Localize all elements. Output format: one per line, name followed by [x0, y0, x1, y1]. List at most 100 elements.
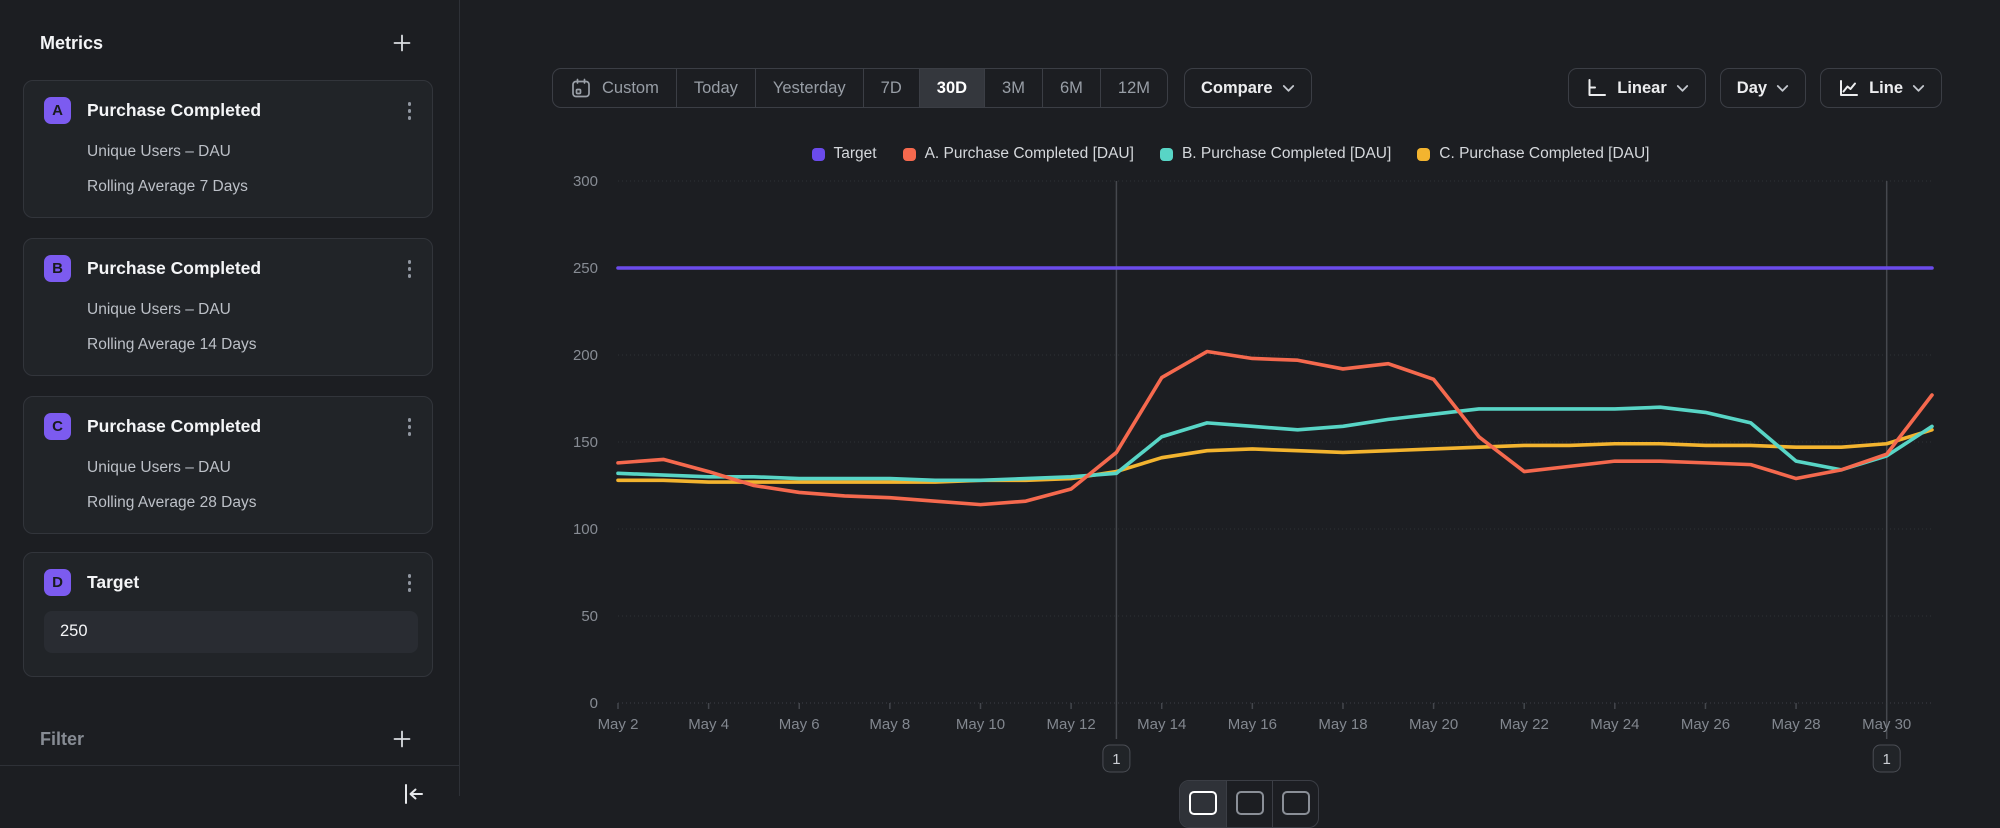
legend-item-b[interactable]: B. Purchase Completed [DAU]	[1160, 145, 1391, 163]
view-toggle-table[interactable]	[1226, 781, 1272, 827]
chevron-down-icon	[1282, 84, 1295, 93]
svg-text:May 4: May 4	[688, 716, 729, 733]
svg-text:May 20: May 20	[1409, 716, 1458, 733]
svg-text:May 14: May 14	[1137, 716, 1186, 733]
card-view-icon	[1282, 791, 1310, 815]
collapse-left-icon	[399, 780, 427, 808]
svg-text:May 12: May 12	[1047, 716, 1096, 733]
legend-swatch	[1417, 148, 1430, 161]
chevron-down-icon	[1912, 84, 1925, 93]
view-toggle-chart[interactable]	[1180, 781, 1226, 827]
scale-selector-button[interactable]: Linear	[1568, 68, 1706, 108]
metric-card-b[interactable]: B Purchase Completed Unique Users – DAU …	[23, 238, 433, 376]
metric-rolling-window: Rolling Average 7 Days	[87, 178, 418, 196]
metric-badge: A	[44, 97, 71, 124]
svg-text:May 8: May 8	[869, 716, 910, 733]
metric-title: Purchase Completed	[87, 416, 385, 437]
legend-swatch	[1160, 148, 1173, 161]
range-30d[interactable]: 30D	[919, 69, 984, 107]
svg-text:1: 1	[1883, 751, 1891, 768]
view-toggle-card[interactable]	[1272, 781, 1318, 827]
sidebar-collapse-button[interactable]	[397, 778, 429, 810]
metric-card-c[interactable]: C Purchase Completed Unique Users – DAU …	[23, 396, 433, 534]
calendar-icon	[570, 77, 592, 99]
axis-icon	[1585, 77, 1608, 99]
filter-section: Filter	[40, 726, 415, 752]
range-custom[interactable]: Custom	[553, 69, 676, 107]
plus-icon	[391, 32, 413, 54]
svg-text:May 6: May 6	[779, 716, 820, 733]
table-view-icon	[1236, 791, 1264, 815]
metric-card-a[interactable]: A Purchase Completed Unique Users – DAU …	[23, 80, 433, 218]
metric-title: Purchase Completed	[87, 258, 385, 279]
range-7d[interactable]: 7D	[863, 69, 919, 107]
metric-measure: Unique Users – DAU	[87, 143, 418, 161]
metric-rolling-window: Rolling Average 28 Days	[87, 494, 418, 512]
svg-text:May 22: May 22	[1500, 716, 1549, 733]
sidebar-header: Metrics	[40, 30, 415, 56]
chevron-down-icon	[1776, 84, 1789, 93]
chart-type-selector-button[interactable]: Line	[1820, 68, 1942, 108]
svg-text:May 28: May 28	[1771, 716, 1820, 733]
svg-text:May 18: May 18	[1318, 716, 1367, 733]
filter-title: Filter	[40, 729, 84, 750]
svg-text:May 2: May 2	[598, 716, 639, 733]
annotation-badge[interactable]: 1	[1873, 745, 1900, 772]
chart-view-icon	[1189, 791, 1217, 815]
kebab-menu-icon[interactable]	[401, 255, 419, 283]
annotation-badge[interactable]: 1	[1103, 745, 1130, 772]
plus-icon	[391, 728, 413, 750]
metric-badge: B	[44, 255, 71, 282]
metrics-sidebar: Metrics A Purchase Completed Unique User…	[0, 0, 460, 796]
target-title: Target	[87, 572, 385, 593]
metric-badge: C	[44, 413, 71, 440]
metric-title: Purchase Completed	[87, 100, 385, 121]
svg-text:May 10: May 10	[956, 716, 1005, 733]
metric-badge: D	[44, 569, 71, 596]
range-yesterday[interactable]: Yesterday	[755, 69, 863, 107]
kebab-menu-icon[interactable]	[401, 97, 419, 125]
compare-button[interactable]: Compare	[1184, 68, 1312, 108]
metric-measure: Unique Users – DAU	[87, 301, 418, 319]
date-range-control: Custom Today Yesterday 7D 30D 3M 6M 12M	[552, 68, 1168, 108]
kebab-menu-icon[interactable]	[401, 569, 419, 597]
svg-text:200: 200	[573, 347, 598, 364]
metrics-line-chart[interactable]: 0 50 100 150 200 250 300 May 2 May 4 May 6 May 8 Ma…	[541, 170, 1981, 796]
svg-text:1: 1	[1112, 751, 1120, 768]
legend-swatch	[903, 148, 916, 161]
range-6m[interactable]: 6M	[1042, 69, 1100, 107]
range-12m[interactable]: 12M	[1100, 69, 1167, 107]
metric-measure: Unique Users – DAU	[87, 459, 418, 477]
svg-text:150: 150	[573, 434, 598, 451]
svg-text:May 24: May 24	[1590, 716, 1639, 733]
chart-legend: Target A. Purchase Completed [DAU] B. Pu…	[461, 145, 2000, 163]
svg-text:100: 100	[573, 521, 598, 538]
svg-text:May 30: May 30	[1862, 716, 1911, 733]
legend-item-a[interactable]: A. Purchase Completed [DAU]	[903, 145, 1134, 163]
target-value-input[interactable]	[44, 611, 418, 653]
view-toggle	[1179, 780, 1319, 828]
legend-swatch	[812, 148, 825, 161]
legend-item-c[interactable]: C. Purchase Completed [DAU]	[1417, 145, 1649, 163]
svg-text:50: 50	[581, 608, 598, 625]
interval-selector-button[interactable]: Day	[1720, 68, 1806, 108]
kebab-menu-icon[interactable]	[401, 413, 419, 441]
svg-text:250: 250	[573, 260, 598, 277]
chart-panel: Custom Today Yesterday 7D 30D 3M 6M 12M …	[461, 0, 2000, 796]
svg-text:May 16: May 16	[1228, 716, 1277, 733]
svg-text:300: 300	[573, 173, 598, 190]
sidebar-title: Metrics	[40, 33, 103, 54]
range-3m[interactable]: 3M	[984, 69, 1042, 107]
sidebar-footer-divider	[0, 765, 459, 766]
legend-item-target[interactable]: Target	[812, 145, 877, 163]
line-chart-icon	[1837, 77, 1860, 99]
svg-text:0: 0	[590, 695, 598, 712]
add-filter-button[interactable]	[389, 726, 415, 752]
metric-rolling-window: Rolling Average 14 Days	[87, 336, 418, 354]
chevron-down-icon	[1676, 84, 1689, 93]
target-card[interactable]: D Target	[23, 552, 433, 677]
range-today[interactable]: Today	[676, 69, 755, 107]
add-metric-button[interactable]	[389, 30, 415, 56]
svg-text:May 26: May 26	[1681, 716, 1730, 733]
chart-toolbar: Custom Today Yesterday 7D 30D 3M 6M 12M …	[552, 68, 1942, 108]
